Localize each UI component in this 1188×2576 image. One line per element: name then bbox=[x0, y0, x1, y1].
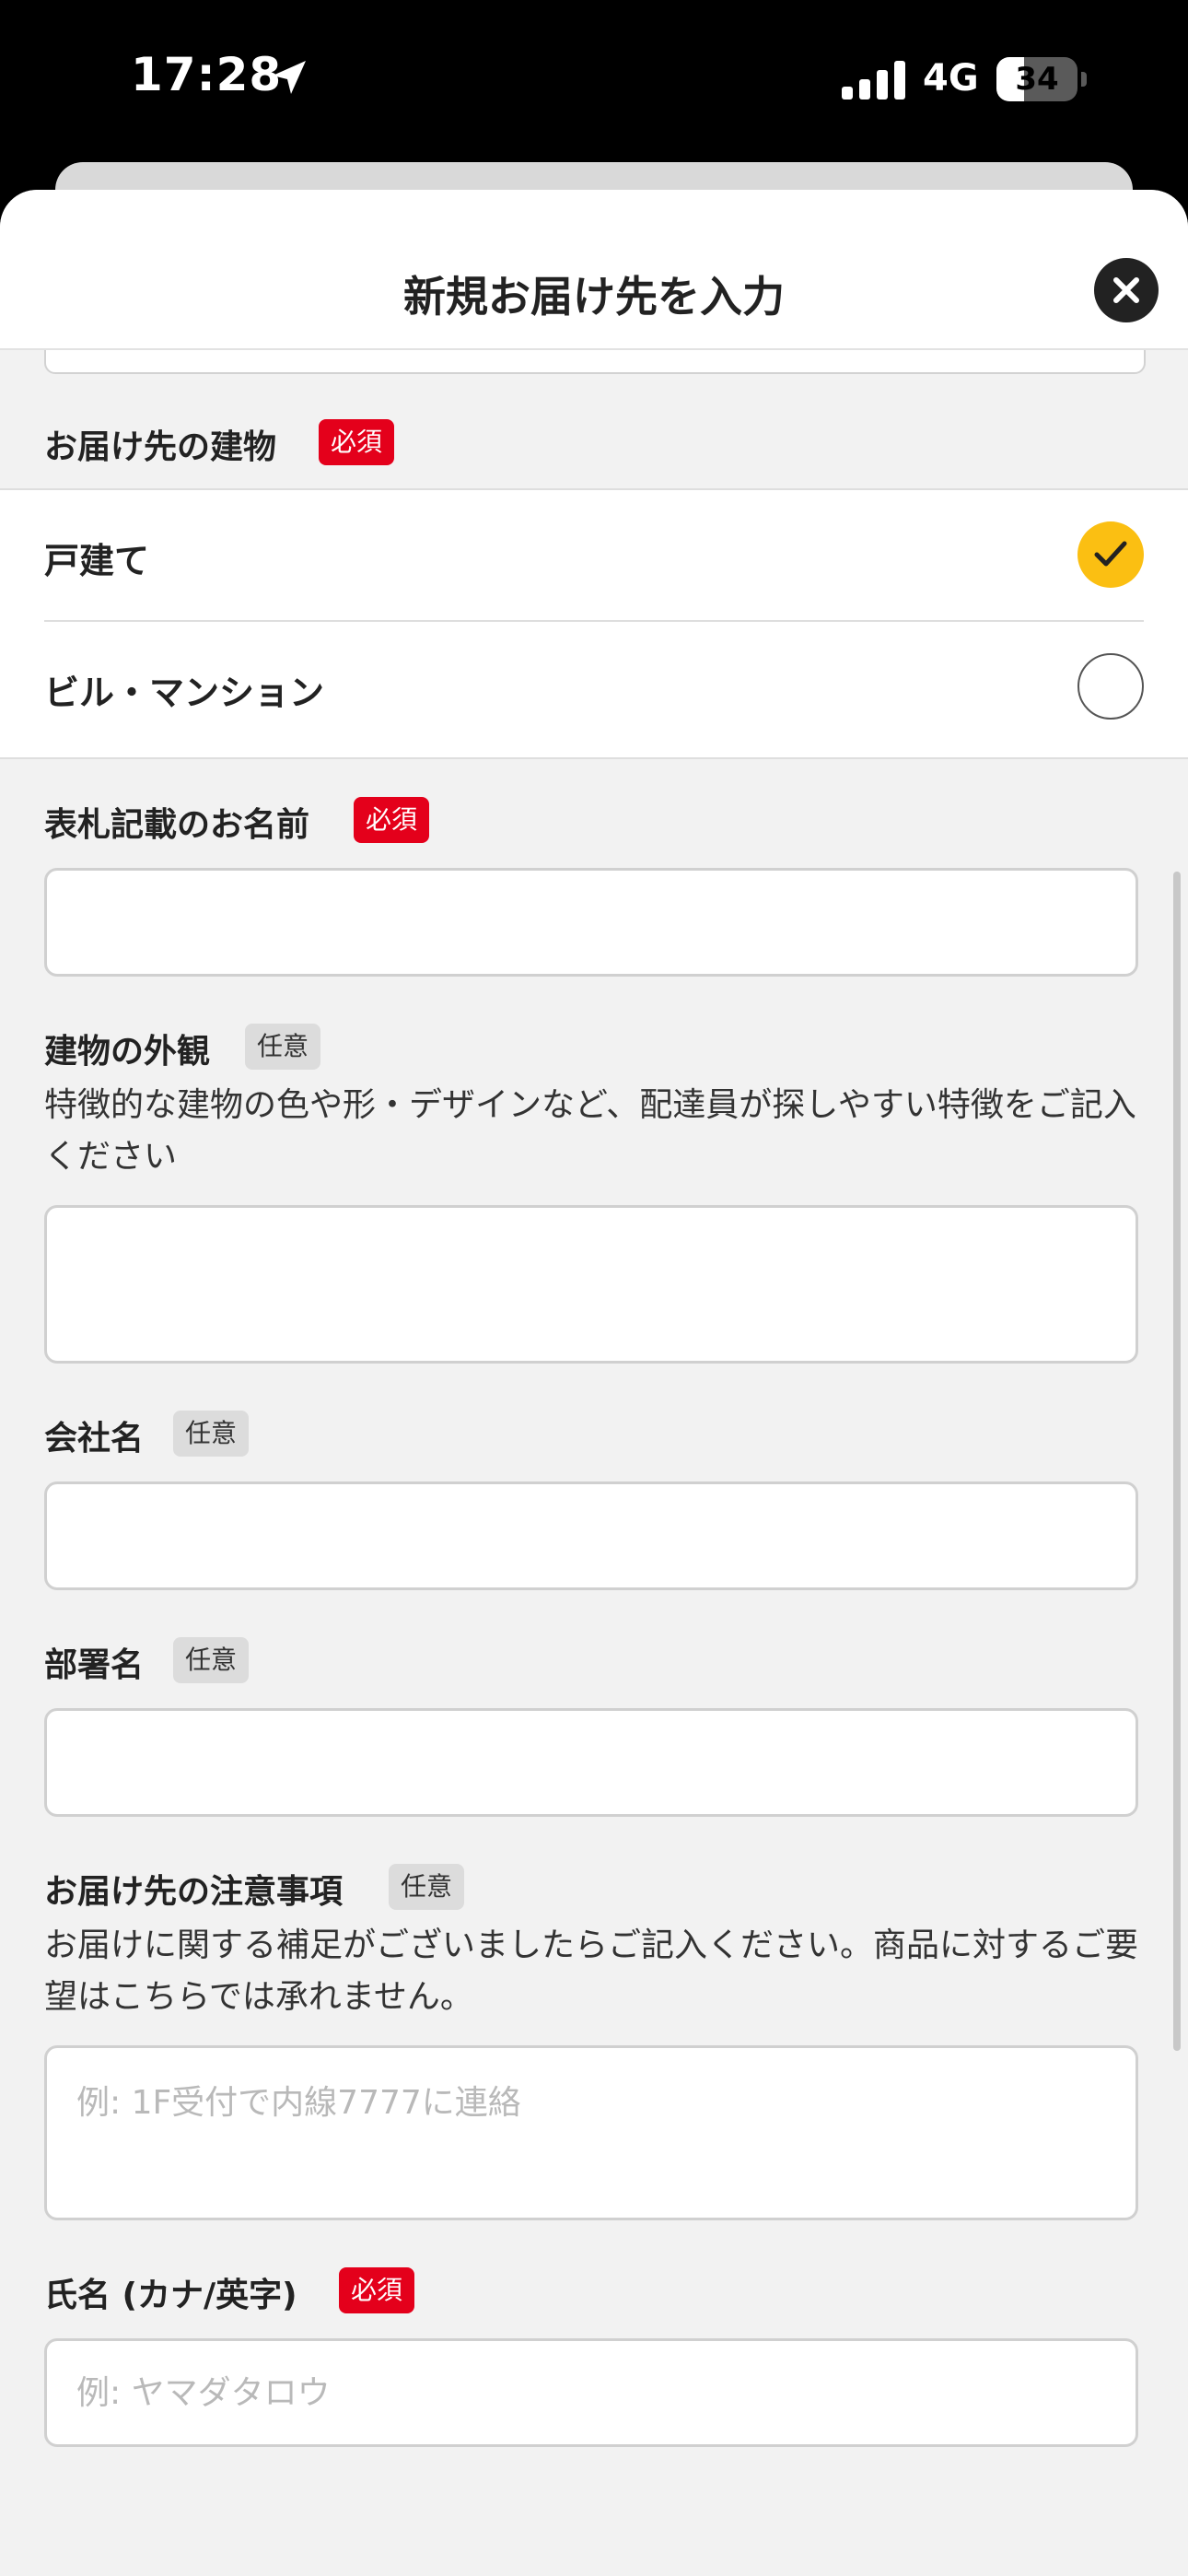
building-label: お届け先の建物 bbox=[44, 428, 277, 466]
optional-badge: 任意 bbox=[173, 1411, 250, 1457]
company-input[interactable] bbox=[44, 1481, 1138, 1590]
kana-name-input[interactable] bbox=[44, 2338, 1138, 2447]
optional-badge: 任意 bbox=[245, 1024, 321, 1070]
notes-textarea[interactable] bbox=[44, 2045, 1138, 2220]
status-bar: 17:28 4G 34 bbox=[0, 0, 1188, 157]
company-label: 会社名 bbox=[44, 1420, 145, 1458]
exterior-label: 建物の外観 bbox=[44, 1033, 211, 1071]
option-detached-house[interactable]: 戸建て bbox=[0, 490, 1188, 619]
scrollbar[interactable] bbox=[1173, 872, 1181, 2051]
kana-name-label: 氏名 (カナ/英字) bbox=[44, 2277, 297, 2314]
battery-icon: 34 bbox=[996, 57, 1087, 101]
optional-badge: 任意 bbox=[389, 1864, 465, 1910]
radio-button[interactable] bbox=[1077, 653, 1144, 720]
signal-icon bbox=[842, 61, 905, 100]
nameplate-input[interactable] bbox=[44, 868, 1138, 977]
close-button[interactable] bbox=[1094, 258, 1159, 322]
exterior-textarea[interactable] bbox=[44, 1205, 1138, 1364]
exterior-description: 特徴的な建物の色や形・デザインなど、配達員が探しやすい特徴をご記入ください bbox=[44, 1086, 1136, 1176]
checkmark-icon bbox=[1094, 541, 1127, 567]
option-label: 戸建て bbox=[44, 541, 150, 581]
notes-label: お届け先の注意事項 bbox=[44, 1873, 344, 1911]
required-badge: 必須 bbox=[339, 2267, 415, 2313]
department-input[interactable] bbox=[44, 1708, 1138, 1817]
selected-check[interactable] bbox=[1077, 521, 1144, 588]
sheet-header: 新規お届け先を入力 bbox=[0, 190, 1188, 350]
required-badge: 必須 bbox=[319, 419, 395, 465]
address-form-sheet: 新規お届け先を入力 お届け先の建物 必須 戸建て ビル・マンション 表札記載のお… bbox=[0, 190, 1188, 2576]
option-label: ビル・マンション bbox=[44, 673, 325, 713]
location-arrow-icon bbox=[273, 61, 306, 94]
department-label: 部署名 bbox=[44, 1646, 145, 1684]
notes-description: お届けに関する補足がございましたらご記入ください。商品に対するご要望はこちらでは… bbox=[44, 1926, 1139, 2016]
battery-percent: 34 bbox=[1015, 61, 1059, 98]
close-icon bbox=[1113, 277, 1139, 303]
status-time: 17:28 bbox=[131, 48, 283, 101]
required-badge: 必須 bbox=[354, 797, 430, 843]
building-options: 戸建て ビル・マンション bbox=[0, 488, 1188, 759]
optional-badge: 任意 bbox=[173, 1637, 250, 1683]
page-title: 新規お届け先を入力 bbox=[403, 272, 785, 322]
network-label: 4G bbox=[923, 57, 979, 100]
nameplate-label: 表札記載のお名前 bbox=[44, 806, 310, 844]
option-building-mansion[interactable]: ビル・マンション bbox=[0, 622, 1188, 751]
